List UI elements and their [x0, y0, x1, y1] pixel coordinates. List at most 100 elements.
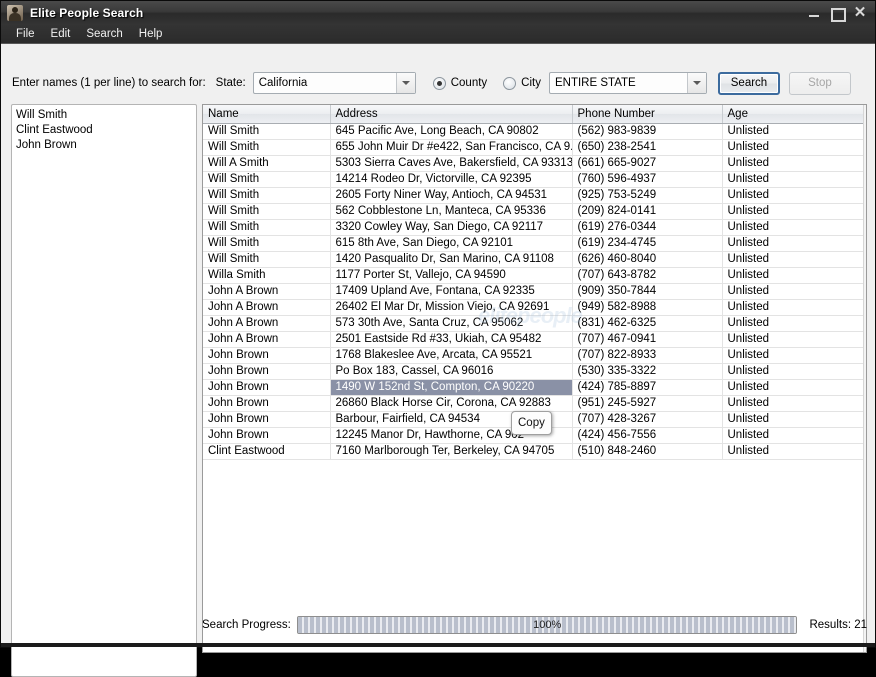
table-cell-address[interactable]: 615 8th Ave, San Diego, CA 92101	[330, 235, 573, 252]
table-cell-phone-number[interactable]: (707) 467-0941	[572, 331, 723, 348]
table-row[interactable]: Will Smith 14214 Rodeo Dr, Victorville, C…	[203, 171, 866, 188]
table-cell-name[interactable]: John Brown	[203, 395, 331, 412]
table-cell-phone-number[interactable]: (619) 234-4745	[572, 235, 723, 252]
table-cell-age[interactable]: Unlisted	[722, 267, 866, 284]
table-cell-age[interactable]: Unlisted	[722, 411, 866, 428]
table-cell-name[interactable]: Will Smith	[203, 251, 331, 268]
table-cell-age[interactable]: Unlisted	[722, 347, 866, 364]
table-cell-address-selected[interactable]: 1490 W 152nd St, Compton, CA 90220	[330, 379, 573, 396]
table-row[interactable]: Will Smith 655 John Muir Dr #e422, San Fr…	[203, 139, 866, 156]
table-row[interactable]: John Brown 1768 Blakeslee Ave, Arcata, CA…	[203, 347, 866, 364]
table-row[interactable]: Will A Smith 5303 Sierra Caves Ave, Baker…	[203, 155, 866, 172]
close-icon[interactable]: ✕	[853, 5, 867, 20]
table-row[interactable]: Will Smith 562 Cobblestone Ln, Manteca, C…	[203, 203, 866, 220]
table-cell-name[interactable]: Will Smith	[203, 139, 331, 156]
table-cell-address[interactable]: 1768 Blakeslee Ave, Arcata, CA 95521	[330, 347, 573, 364]
table-row[interactable]: John Brown Po Box 183, Cassel, CA 96016 (5…	[203, 363, 866, 380]
table-cell-name[interactable]: John Brown	[203, 379, 331, 396]
table-cell-name[interactable]: John A Brown	[203, 331, 331, 348]
maximize-icon[interactable]	[830, 6, 846, 22]
menu-item-file[interactable]: File	[9, 27, 42, 41]
table-cell-age[interactable]: Unlisted	[722, 283, 866, 300]
table-cell-name[interactable]: John Brown	[203, 411, 331, 428]
table-cell-address[interactable]: 14214 Rodeo Dr, Victorville, CA 92395	[330, 171, 573, 188]
menu-item-search[interactable]: Search	[79, 27, 129, 41]
table-cell-phone-number[interactable]: (650) 238-2541	[572, 139, 723, 156]
table-cell-phone-number[interactable]: (619) 276-0344	[572, 219, 723, 236]
table-cell-address[interactable]: 573 30th Ave, Santa Cruz, CA 95062	[330, 315, 573, 332]
column-header-address[interactable]: Address	[330, 105, 573, 124]
table-row[interactable]: John A Brown 2501 Eastside Rd #33, Ukiah,…	[203, 331, 866, 348]
table-cell-address[interactable]: 7160 Marlborough Ter, Berkeley, CA 94705	[330, 443, 573, 460]
copy-button[interactable]: Copy	[511, 411, 552, 435]
table-cell-phone-number[interactable]: (951) 245-5927	[572, 395, 723, 412]
table-cell-name[interactable]: Clint Eastwood	[203, 443, 331, 460]
table-row[interactable]: Will Smith 3320 Cowley Way, San Diego, CA…	[203, 219, 866, 236]
table-cell-name[interactable]: Will A Smith	[203, 155, 331, 172]
table-cell-address[interactable]: 655 John Muir Dr #e422, San Francisco, C…	[330, 139, 573, 156]
radio-city[interactable]: City	[503, 76, 541, 90]
names-input[interactable]: Will Smith Clint Eastwood John Brown	[11, 104, 197, 677]
table-cell-age[interactable]: Unlisted	[722, 331, 866, 348]
state-select[interactable]: California	[252, 72, 416, 94]
table-cell-address[interactable]: 562 Cobblestone Ln, Manteca, CA 95336	[330, 203, 573, 220]
table-cell-phone-number[interactable]: (209) 824-0141	[572, 203, 723, 220]
table-row[interactable]: John Brown 26860 Black Horse Cir, Corona,…	[203, 395, 866, 412]
table-cell-phone-number[interactable]: (626) 460-8040	[572, 251, 723, 268]
table-cell-name[interactable]: Will Smith	[203, 219, 331, 236]
table-cell-name[interactable]: John Brown	[203, 347, 331, 364]
table-cell-phone-number[interactable]: (831) 462-6325	[572, 315, 723, 332]
table-cell-phone-number[interactable]: (707) 822-8933	[572, 347, 723, 364]
table-cell-name[interactable]: Will Smith	[203, 171, 331, 188]
vertical-scrollbar[interactable]	[863, 105, 866, 652]
table-cell-address[interactable]: 3320 Cowley Way, San Diego, CA 92117	[330, 219, 573, 236]
table-cell-phone-number[interactable]: (424) 456-7556	[572, 427, 723, 444]
table-row[interactable]: John A Brown 17409 Upland Ave, Fontana, C…	[203, 283, 866, 300]
table-cell-phone-number[interactable]: (530) 335-3322	[572, 363, 723, 380]
table-cell-name[interactable]: Will Smith	[203, 187, 331, 204]
table-cell-age[interactable]: Unlisted	[722, 299, 866, 316]
table-cell-address[interactable]: 2501 Eastside Rd #33, Ukiah, CA 95482	[330, 331, 573, 348]
table-cell-name[interactable]: John Brown	[203, 363, 331, 380]
table-cell-phone-number[interactable]: (707) 643-8782	[572, 267, 723, 284]
table-cell-age[interactable]: Unlisted	[722, 363, 866, 380]
table-cell-age[interactable]: Unlisted	[722, 251, 866, 268]
table-cell-age[interactable]: Unlisted	[722, 443, 866, 460]
table-row[interactable]: John A Brown 26402 El Mar Dr, Mission Vie…	[203, 299, 866, 316]
search-button[interactable]: Search	[717, 71, 780, 95]
table-cell-phone-number[interactable]: (562) 983-9839	[572, 123, 723, 140]
table-cell-phone-number[interactable]: (925) 753-5249	[572, 187, 723, 204]
column-header-name[interactable]: Name	[203, 105, 331, 124]
table-cell-age[interactable]: Unlisted	[722, 171, 866, 188]
table-cell-age[interactable]: Unlisted	[722, 315, 866, 332]
table-cell-address[interactable]: 17409 Upland Ave, Fontana, CA 92335	[330, 283, 573, 300]
table-row[interactable]: Willa Smith 1177 Porter St, Vallejo, CA 9…	[203, 267, 866, 284]
table-cell-phone-number[interactable]: (949) 582-8988	[572, 299, 723, 316]
county-select[interactable]: ENTIRE STATE	[548, 72, 707, 94]
table-cell-name[interactable]: John A Brown	[203, 315, 331, 332]
column-header-phone[interactable]: Phone Number	[572, 105, 723, 124]
table-cell-age[interactable]: Unlisted	[722, 427, 866, 444]
table-cell-age[interactable]: Unlisted	[722, 395, 866, 412]
table-cell-address[interactable]: 26860 Black Horse Cir, Corona, CA 92883	[330, 395, 573, 412]
table-cell-phone-number[interactable]: (707) 428-3267	[572, 411, 723, 428]
table-cell-address[interactable]: 2605 Forty Niner Way, Antioch, CA 94531	[330, 187, 573, 204]
table-row[interactable]: John Brown 1490 W 152nd St, Compton, CA 9…	[203, 379, 866, 396]
table-row[interactable]: Will Smith 1420 Pasqualito Dr, San Marino…	[203, 251, 866, 268]
table-cell-name[interactable]: John A Brown	[203, 299, 331, 316]
menu-item-help[interactable]: Help	[132, 27, 170, 41]
minimize-icon[interactable]	[807, 6, 821, 20]
menu-item-edit[interactable]: Edit	[44, 27, 78, 41]
table-cell-phone-number[interactable]: (760) 596-4937	[572, 171, 723, 188]
table-cell-address[interactable]: 1177 Porter St, Vallejo, CA 94590	[330, 267, 573, 284]
table-cell-phone-number[interactable]: (661) 665-9027	[572, 155, 723, 172]
table-cell-age[interactable]: Unlisted	[722, 219, 866, 236]
table-cell-age[interactable]: Unlisted	[722, 155, 866, 172]
table-cell-phone-number[interactable]: (909) 350-7844	[572, 283, 723, 300]
table-cell-age[interactable]: Unlisted	[722, 187, 866, 204]
table-cell-name[interactable]: Will Smith	[203, 235, 331, 252]
table-cell-age[interactable]: Unlisted	[722, 203, 866, 220]
table-row[interactable]: Will Smith 2605 Forty Niner Way, Antioch,…	[203, 187, 866, 204]
table-cell-phone-number[interactable]: (510) 848-2460	[572, 443, 723, 460]
table-cell-address[interactable]: 5303 Sierra Caves Ave, Bakersfield, CA 9…	[330, 155, 573, 172]
